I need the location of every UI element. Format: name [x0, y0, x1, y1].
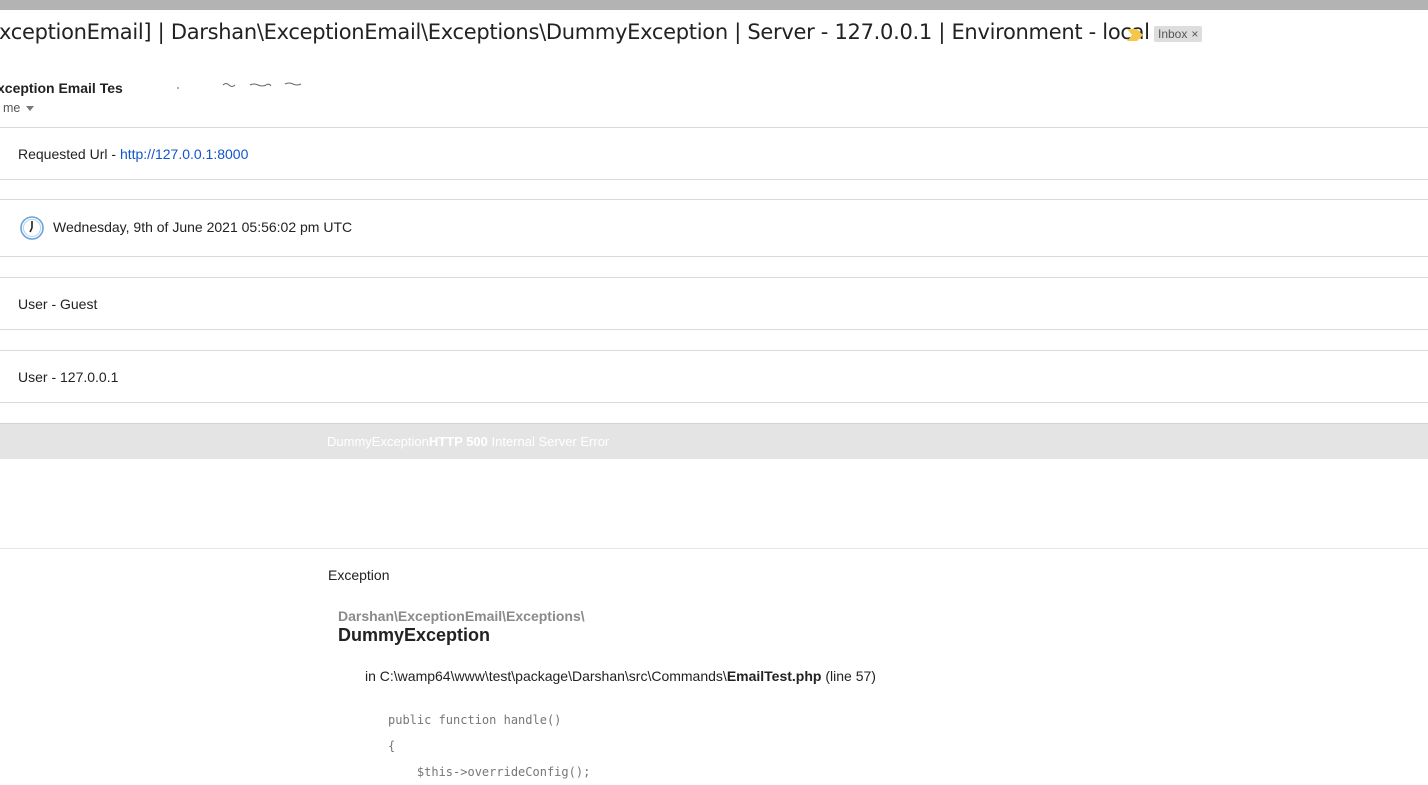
user-ip-box: User - 127.0.0.1 — [0, 350, 1428, 403]
code-line: public function handle() — [388, 713, 562, 727]
error-bar: DummyExceptionHTTP 500 Internal Server E… — [0, 423, 1428, 459]
clock-icon — [20, 216, 44, 240]
sender-name: xception Email Tes — [0, 80, 123, 96]
datetime-box: Wednesday, 9th of June 2021 05:56:02 pm … — [0, 199, 1428, 257]
label-chip-inbox: Inbox × — [1154, 26, 1203, 42]
exception-file-line: (line 57) — [821, 668, 876, 684]
divider — [0, 548, 1428, 549]
important-marker-icon[interactable] — [1127, 29, 1143, 41]
requested-url: Requested Url - http://127.0.0.1:8000 — [18, 146, 248, 162]
requested-url-link[interactable]: http://127.0.0.1:8000 — [120, 146, 248, 162]
close-icon[interactable]: × — [1191, 27, 1198, 41]
recipient-name: me — [3, 101, 21, 115]
exception-class-name: DummyException — [338, 625, 491, 645]
exception-namespace: Darshan\ExceptionEmail\Exceptions\ — [338, 608, 585, 624]
label-chip-text: Inbox — [1158, 27, 1188, 41]
email-subject: ExceptionEmail] | Darshan\ExceptionEmail… — [0, 20, 1150, 44]
error-bar-exception: DummyException — [327, 434, 429, 449]
code-line: { — [388, 739, 396, 753]
user-text: User - Guest — [18, 296, 98, 312]
error-bar-text: DummyExceptionHTTP 500 Internal Server E… — [327, 434, 609, 449]
error-bar-status: Internal Server Error — [487, 434, 610, 449]
exception-file: in C:\wamp64\www\test\package\Darshan\sr… — [365, 668, 876, 684]
code-snippet: public function handle() { $this->overrid… — [388, 707, 590, 785]
recipient[interactable]: me — [3, 101, 35, 115]
error-bar-http-code: HTTP 500 — [428, 434, 488, 449]
user-box: User - Guest — [0, 277, 1428, 330]
exception-file-path: in C:\wamp64\www\test\package\Darshan\sr… — [365, 668, 727, 684]
requested-url-label: Requested Url - — [18, 146, 120, 162]
redacted-email-scribble — [177, 82, 302, 89]
exception-heading: Exception — [328, 567, 390, 583]
exception-file-name: EmailTest.php — [726, 668, 822, 684]
requested-url-box: Requested Url - http://127.0.0.1:8000 — [0, 127, 1428, 180]
user-ip-text: User - 127.0.0.1 — [18, 369, 119, 385]
code-line: $this->overrideConfig(); — [388, 765, 591, 779]
datetime-text: Wednesday, 9th of June 2021 05:56:02 pm … — [53, 219, 353, 235]
top-bar — [0, 0, 1428, 10]
chevron-down-icon[interactable] — [26, 106, 35, 112]
